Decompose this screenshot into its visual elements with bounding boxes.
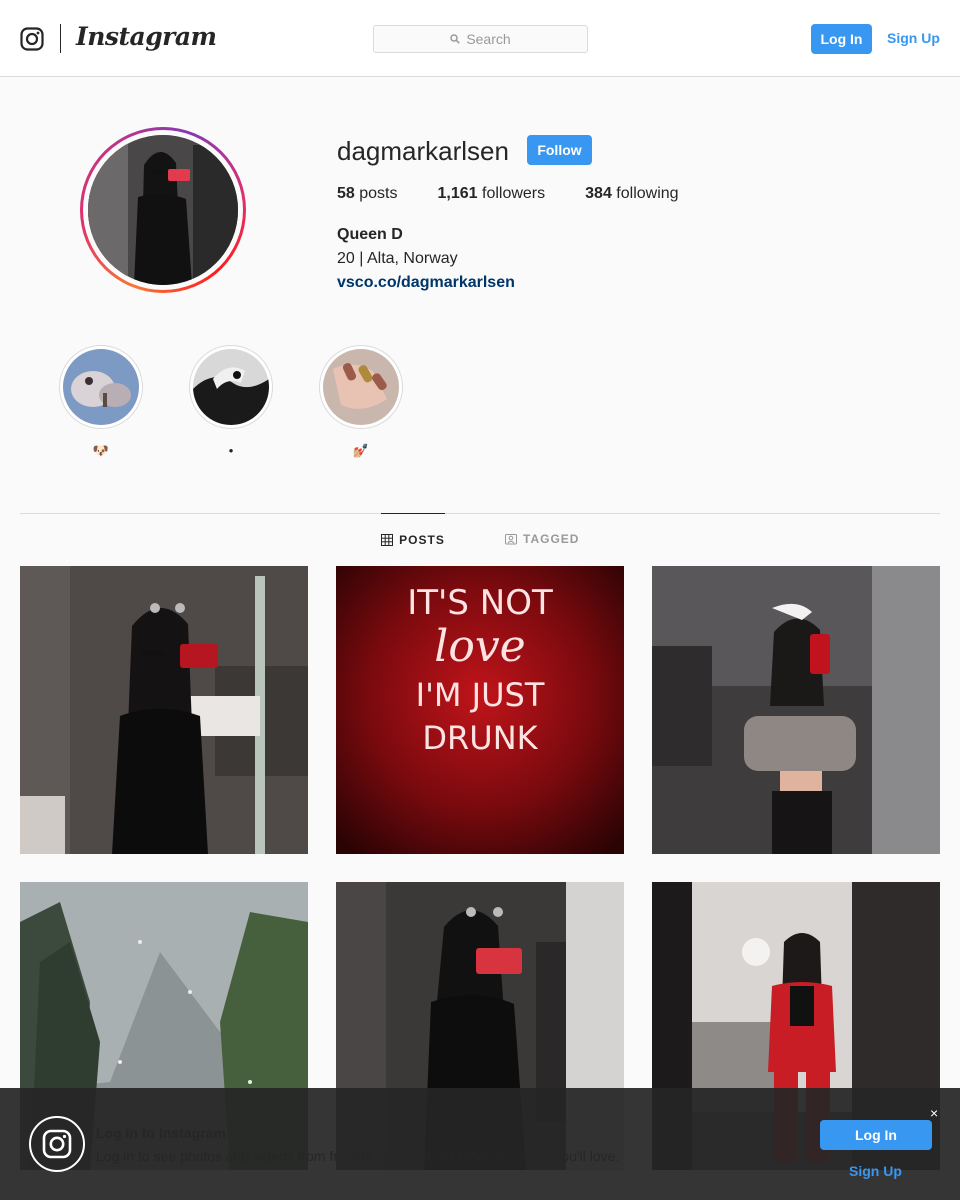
profile-stats: 58 posts 1,161 followers 384 following — [337, 185, 719, 203]
tabs-divider — [20, 513, 940, 514]
tab-tagged-label: TAGGED — [523, 532, 580, 546]
story-highlight[interactable]: • — [189, 345, 273, 459]
top-navigation-bar: Instagram Search Log In Sign Up — [0, 0, 960, 77]
tab-posts-label: POSTS — [399, 532, 445, 547]
banner-login-button[interactable]: Log In — [820, 1120, 932, 1150]
post-thumbnail[interactable]: IT'S NOT love I'M JUST DRUNK — [336, 566, 624, 854]
neon-text-line: I'M JUST — [416, 676, 545, 714]
post-thumbnail[interactable] — [20, 566, 308, 854]
banner-title: Log In to Instagram — [96, 1125, 226, 1141]
follow-button[interactable]: Follow — [527, 135, 592, 165]
signup-link[interactable]: Sign Up — [887, 30, 940, 46]
instagram-wordmark-logo[interactable]: Instagram — [76, 22, 217, 51]
following-label: following — [616, 185, 679, 202]
banner-description: Log in to see photos and videos from fri… — [96, 1148, 620, 1164]
search-icon — [450, 34, 461, 44]
profile-bio: 20 | Alta, Norway — [337, 250, 458, 267]
followers-stat[interactable]: 1,161 followers — [438, 185, 546, 203]
profile-avatar — [88, 135, 238, 285]
search-input[interactable]: Search — [373, 25, 588, 53]
login-button[interactable]: Log In — [811, 24, 872, 54]
profile-avatar-story-ring[interactable] — [80, 127, 246, 293]
following-stat[interactable]: 384 following — [585, 185, 678, 203]
highlight-cover-image — [323, 349, 399, 425]
instagram-glyph-icon[interactable] — [20, 27, 44, 51]
login-prompt-banner — [0, 1088, 960, 1200]
followers-label: followers — [482, 185, 546, 202]
profile-website-link[interactable]: vsco.co/dagmarkarlsen — [337, 274, 515, 292]
neon-text-line: love — [434, 621, 525, 672]
highlight-cover-image — [193, 349, 269, 425]
followers-count: 1,161 — [437, 185, 478, 202]
tagged-icon — [505, 534, 517, 545]
posts-label: posts — [359, 185, 398, 202]
profile-username: dagmarkarlsen — [337, 136, 509, 166]
highlight-label: 🐶 — [92, 443, 110, 458]
grid-icon — [381, 533, 394, 546]
search-placeholder: Search — [466, 31, 511, 47]
highlight-label: 💅🏼 — [352, 443, 370, 458]
highlight-label: • — [228, 443, 234, 458]
profile-full-name: Queen D — [337, 226, 403, 243]
highlight-cover-image — [63, 349, 139, 425]
posts-stat: 58 posts — [337, 185, 398, 203]
neon-text-line: DRUNK — [422, 719, 538, 757]
close-icon[interactable]: × — [930, 1105, 938, 1121]
tab-posts[interactable]: POSTS — [381, 513, 445, 565]
tab-tagged[interactable]: TAGGED — [505, 513, 579, 565]
post-thumbnail[interactable] — [652, 566, 940, 854]
story-highlight[interactable]: 🐶 — [59, 345, 143, 459]
posts-count: 58 — [337, 185, 355, 202]
instagram-glyph-icon — [29, 1116, 85, 1172]
neon-text-line: IT'S NOT — [407, 583, 553, 623]
banner-signup-link[interactable]: Sign Up — [849, 1163, 902, 1179]
story-highlight[interactable]: 💅🏼 — [319, 345, 403, 459]
header-divider — [60, 24, 61, 53]
following-count: 384 — [585, 185, 612, 202]
